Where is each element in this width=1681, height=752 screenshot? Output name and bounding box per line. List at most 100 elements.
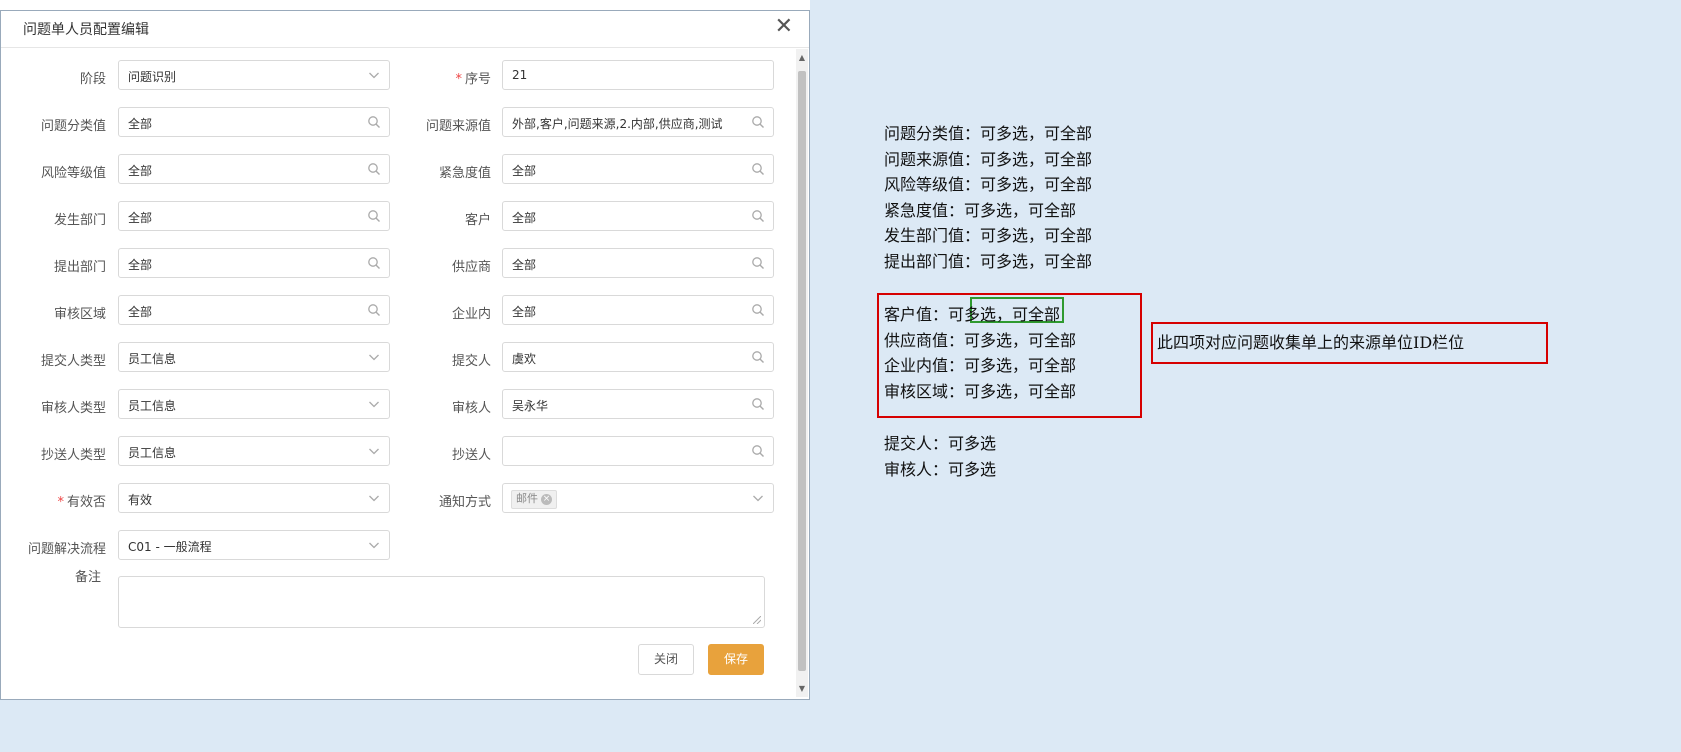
search-icon[interactable] [367, 208, 381, 222]
field-value: 吴永华 [512, 399, 549, 413]
field-label-text: 紧急度值 [438, 166, 491, 181]
annotation-g1-line: 提出部门值：可多选，可全部 [884, 251, 1093, 271]
annotation-g2-line: 审核区域：可多选，可全部 [884, 381, 1077, 401]
remark-label: 备注 [74, 570, 101, 585]
left-field-4[interactable]: 全部 [118, 248, 390, 278]
search-icon[interactable] [751, 255, 765, 269]
close-icon[interactable]: ✕ [775, 15, 793, 39]
left-field-3[interactable]: 全部 [118, 201, 390, 231]
dialog-scrollbar[interactable]: ▲ ▼ [796, 49, 808, 697]
left-field-7[interactable]: 员工信息 [118, 389, 390, 419]
field-label-text: 阶段 [79, 72, 106, 87]
right-label-1: 问题来源值 [391, 115, 491, 134]
search-icon[interactable] [751, 349, 765, 363]
chevron-down-icon[interactable] [367, 490, 381, 504]
right-field-1[interactable]: 外部,客户,问题来源,2.内部,供应商,测试 [502, 107, 774, 137]
chevron-down-icon[interactable] [751, 490, 765, 504]
background-window-strip [0, 0, 810, 10]
resize-handle-icon[interactable] [753, 616, 761, 624]
notify-tag: 邮件 × [511, 490, 557, 509]
field-value: 全部 [128, 258, 153, 272]
right-field-6[interactable]: 虞欢 [502, 342, 774, 372]
remark-textarea[interactable] [118, 576, 765, 628]
left-label-10: 问题解决流程 [6, 538, 106, 557]
left-field-9[interactable]: 有效 [118, 483, 390, 513]
field-value: 全部 [128, 117, 153, 131]
field-value: 员工信息 [128, 399, 177, 413]
annotation-g2-line: 企业内值：可多选，可全部 [884, 356, 1077, 375]
field-value: 21 [512, 68, 528, 82]
search-icon[interactable] [367, 114, 381, 128]
right-label-5: 企业内 [391, 303, 491, 322]
search-icon[interactable] [367, 302, 381, 316]
notify-tag-label: 邮件 [516, 492, 538, 505]
left-label-3: 发生部门 [6, 209, 106, 228]
right-field-4[interactable]: 全部 [502, 248, 774, 278]
right-field-9[interactable]: 邮件 × [502, 483, 774, 513]
search-icon[interactable] [751, 396, 765, 410]
right-field-3[interactable]: 全部 [502, 201, 774, 231]
left-label-8: 抄送人类型 [6, 444, 106, 463]
right-field-7[interactable]: 吴永华 [502, 389, 774, 419]
field-label-text: 抄送人类型 [40, 448, 106, 463]
field-value: 全部 [128, 211, 153, 225]
left-field-10[interactable]: C01 - 一般流程 [118, 530, 390, 560]
annotation-g3-line: 审核人：可多选 [884, 459, 997, 479]
tag-remove-icon[interactable]: × [541, 493, 552, 505]
field-label-text: 通知方式 [438, 495, 491, 510]
left-field-6[interactable]: 员工信息 [118, 342, 390, 372]
field-label-text: 客户 [464, 213, 491, 228]
left-field-8[interactable]: 员工信息 [118, 436, 390, 466]
dialog-title-bar: 问题单人员配置编辑 ✕ [1, 11, 809, 48]
field-value: 外部,客户,问题来源,2.内部,供应商,测试 [512, 117, 723, 131]
chevron-down-icon[interactable] [367, 349, 381, 363]
field-value: 员工信息 [128, 352, 177, 366]
right-field-0[interactable]: 21 [502, 60, 774, 90]
annotation-g1-line: 发生部门值：可多选，可全部 [884, 226, 1093, 245]
chevron-down-icon[interactable] [367, 67, 381, 81]
field-value: 员工信息 [128, 446, 177, 460]
left-field-5[interactable]: 全部 [118, 295, 390, 325]
field-value: 全部 [512, 211, 537, 225]
right-label-3: 客户 [391, 209, 491, 228]
scroll-down-icon[interactable]: ▼ [796, 684, 808, 693]
right-label-8: 抄送人 [391, 444, 491, 463]
search-icon[interactable] [751, 302, 765, 316]
scroll-thumb[interactable] [798, 71, 806, 671]
search-icon[interactable] [367, 161, 381, 175]
left-field-0[interactable]: 问题识别 [118, 60, 390, 90]
field-label-text: 审核人 [451, 401, 491, 416]
search-icon[interactable] [367, 255, 381, 269]
field-value: 全部 [512, 258, 537, 272]
right-field-8[interactable] [502, 436, 774, 466]
right-label-7: 审核人 [391, 397, 491, 416]
annotation-g1-line: 问题来源值：可多选，可全部 [884, 149, 1093, 169]
field-label-text: 问题来源值 [425, 119, 491, 134]
field-label-text: 提交人 [451, 354, 491, 369]
right-label-0: * 序号 [391, 68, 491, 87]
field-label-text: 发生部门 [53, 213, 106, 228]
field-value: 问题识别 [128, 70, 177, 84]
save-button[interactable]: 保存 [708, 644, 764, 675]
field-value: 全部 [512, 305, 537, 319]
left-label-2: 风险等级值 [6, 162, 106, 181]
search-icon[interactable] [751, 161, 765, 175]
right-label-9: 通知方式 [391, 491, 491, 510]
annotation-g3-line: 提交人：可多选 [884, 434, 997, 453]
group2-note: 此四项对应问题收集单上的来源单位ID栏位 [1157, 333, 1465, 352]
right-label-6: 提交人 [391, 350, 491, 369]
search-icon[interactable] [751, 443, 765, 457]
close-button[interactable]: 关闭 [638, 644, 694, 675]
chevron-down-icon[interactable] [367, 537, 381, 551]
left-field-1[interactable]: 全部 [118, 107, 390, 137]
chevron-down-icon[interactable] [367, 396, 381, 410]
left-field-2[interactable]: 全部 [118, 154, 390, 184]
scroll-up-icon[interactable]: ▲ [796, 53, 808, 62]
field-value: 全部 [512, 164, 537, 178]
chevron-down-icon[interactable] [367, 443, 381, 457]
right-field-5[interactable]: 全部 [502, 295, 774, 325]
right-field-2[interactable]: 全部 [502, 154, 774, 184]
search-icon[interactable] [751, 114, 765, 128]
search-icon[interactable] [751, 208, 765, 222]
annotation-g2-line: 供应商值：可多选，可全部 [884, 330, 1077, 350]
